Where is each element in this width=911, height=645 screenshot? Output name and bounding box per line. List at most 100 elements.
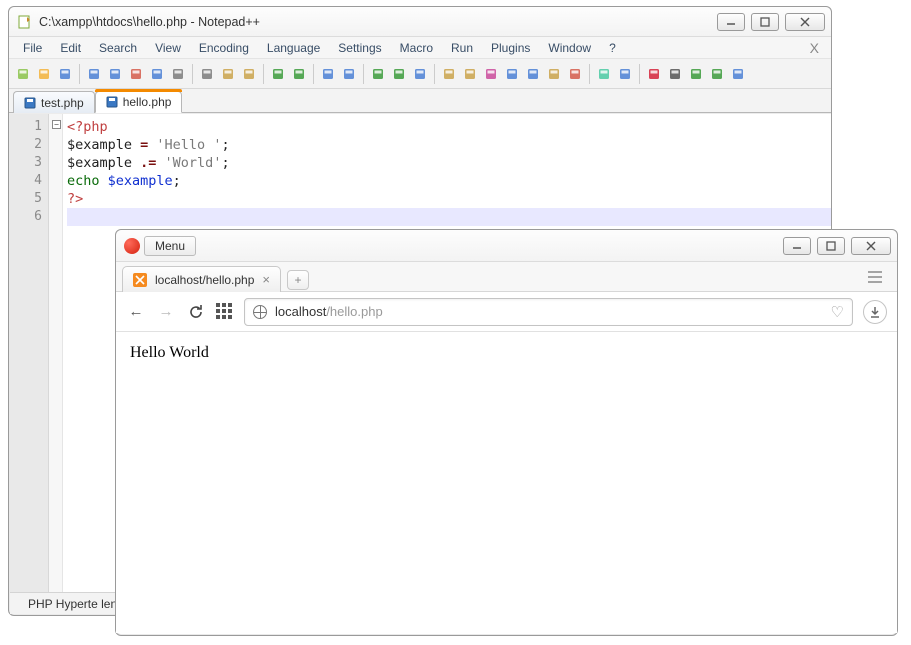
code-token: $example [108,173,173,189]
npp-menubar-close-icon[interactable]: X [804,40,825,56]
toolbar-record-macro-icon[interactable] [644,64,664,84]
toolbar-separator [589,64,590,84]
npp-title: C:\xampp\htdocs\hello.php - Notepad++ [39,15,717,29]
toolbar-indent-guide-icon[interactable] [481,64,501,84]
menu-edit[interactable]: Edit [52,39,89,57]
toolbar-zoom-in-icon[interactable] [368,64,388,84]
toolbar-copy2-icon[interactable] [218,64,238,84]
menu-view[interactable]: View [147,39,189,57]
menu-plugins[interactable]: Plugins [483,39,538,57]
toolbar-zoom-out-icon[interactable] [389,64,409,84]
downloads-button[interactable] [863,300,887,324]
npp-close-button[interactable] [785,13,825,31]
browser-page-content: Hello World [116,332,897,633]
menu-window[interactable]: Window [540,39,599,57]
tab-hello-php[interactable]: hello.php [95,91,183,113]
current-line [67,208,831,226]
menu-macro[interactable]: Macro [392,39,441,57]
bookmark-heart-icon[interactable]: ♡ [831,303,844,321]
toolbar-show-all-icon[interactable] [460,64,480,84]
tab-label: test.php [41,96,84,110]
browser-minimize-button[interactable] [783,237,811,255]
browser-close-button[interactable] [851,237,891,255]
tab-label: hello.php [123,95,172,109]
browser-window: Menu localhost/hello.php × + ← → [115,229,898,636]
back-button[interactable]: ← [126,302,146,322]
browser-menu-label: Menu [155,239,185,253]
toolbar-copy-icon[interactable] [84,64,104,84]
toolbar-word-wrap-icon[interactable] [439,64,459,84]
close-tab-icon[interactable]: × [262,272,270,287]
file-saved-icon [106,96,118,108]
xampp-favicon-icon [133,273,147,287]
toolbar-save-macro-icon[interactable] [728,64,748,84]
menu-search[interactable]: Search [91,39,145,57]
toolbar-print-icon[interactable] [168,64,188,84]
code-token: 'World' [165,155,222,171]
npp-toolbar [9,59,831,89]
toolbar-separator [192,64,193,84]
toolbar-undo-icon[interactable] [268,64,288,84]
sidebar-toggle-icon[interactable] [859,266,891,291]
browser-addressbar: ← → localhost/hello.php ♡ [116,292,897,332]
page-text: Hello World [130,344,209,361]
browser-titlebar[interactable]: Menu [116,230,897,262]
toolbar-monitor-icon[interactable] [594,64,614,84]
site-info-icon[interactable] [253,305,267,319]
toolbar-fast-play-icon[interactable] [707,64,727,84]
tab-test-php[interactable]: test.php [13,91,95,113]
toolbar-paste2-icon[interactable] [239,64,259,84]
toolbar-open-file-icon[interactable] [34,64,54,84]
toolbar-cut-icon[interactable] [197,64,217,84]
code-token: $example [67,155,132,171]
toolbar-save-icon[interactable] [55,64,75,84]
url-text: localhost/hello.php [275,304,383,319]
menu-encoding[interactable]: Encoding [191,39,257,57]
menu-run[interactable]: Run [443,39,481,57]
line-number-gutter: 1 2 3 4 5 6 [9,114,49,593]
browser-tab[interactable]: localhost/hello.php × [122,266,281,292]
fold-toggle-icon[interactable]: − [52,120,61,129]
forward-button: → [156,302,176,322]
browser-tab-title: localhost/hello.php [155,273,254,287]
code-token: <?php [67,119,108,135]
line-number: 2 [9,136,42,154]
browser-maximize-button[interactable] [817,237,845,255]
menu-language[interactable]: Language [259,39,328,57]
npp-menubar: File Edit Search View Encoding Language … [9,37,831,59]
toolbar-new-file-icon[interactable] [13,64,33,84]
toolbar-unfold-icon[interactable] [523,64,543,84]
toolbar-redo-icon[interactable] [289,64,309,84]
toolbar-fold-icon[interactable] [502,64,522,84]
toolbar-play-macro-icon[interactable] [686,64,706,84]
toolbar-func-list-icon[interactable] [565,64,585,84]
toolbar-cut-doc-icon[interactable] [126,64,146,84]
menu-file[interactable]: File [15,39,50,57]
toolbar-find-icon[interactable] [318,64,338,84]
opera-icon [124,238,140,254]
new-tab-button[interactable]: + [287,270,309,290]
toolbar-sync-icon[interactable] [410,64,430,84]
fold-gutter [49,114,63,593]
code-token: = [132,137,156,153]
toolbar-doc-map-icon[interactable] [544,64,564,84]
toolbar-replace-icon[interactable] [339,64,359,84]
toolbar-toggle-bookmark-icon[interactable] [615,64,635,84]
toolbar-separator [313,64,314,84]
npp-minimize-button[interactable] [717,13,745,31]
browser-menu-button[interactable]: Menu [144,236,196,256]
toolbar-separator [434,64,435,84]
reload-button[interactable] [186,302,206,322]
line-number: 1 [9,118,42,136]
toolbar-separator [79,64,80,84]
toolbar-save-all-icon[interactable] [147,64,167,84]
toolbar-paste-icon[interactable] [105,64,125,84]
speed-dial-button[interactable] [216,303,234,321]
code-token: 'Hello ' [156,137,221,153]
menu-settings[interactable]: Settings [330,39,389,57]
npp-maximize-button[interactable] [751,13,779,31]
menu-help[interactable]: ? [601,39,624,57]
url-input[interactable]: localhost/hello.php ♡ [244,298,853,326]
npp-titlebar[interactable]: C:\xampp\htdocs\hello.php - Notepad++ [9,7,831,37]
toolbar-stop-macro-icon[interactable] [665,64,685,84]
